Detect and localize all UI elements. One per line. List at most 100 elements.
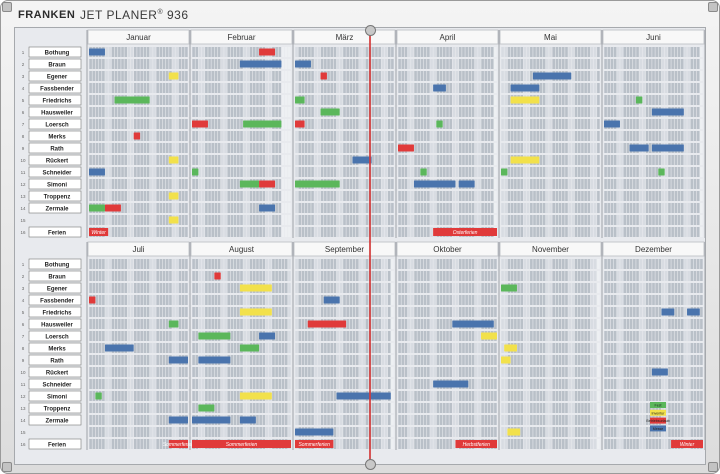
- day-cell: [127, 379, 131, 389]
- day-cell: [333, 95, 337, 105]
- day-cell: [501, 179, 504, 189]
- day-cell: [95, 343, 99, 353]
- day-cell: [384, 71, 388, 81]
- day-cell: [490, 343, 494, 353]
- day-cell: [233, 319, 237, 329]
- day-cell: [346, 295, 349, 305]
- day-cell: [617, 319, 620, 329]
- day-cell: [581, 259, 584, 269]
- day-cell: [661, 283, 665, 293]
- day-cell: [398, 355, 401, 365]
- day-cell: [320, 143, 324, 153]
- day-cell: [593, 83, 597, 93]
- day-cell: [504, 271, 508, 281]
- day-cell: [111, 107, 115, 117]
- day-cell: [465, 83, 468, 93]
- day-cell: [411, 367, 414, 377]
- day-cell: [89, 271, 92, 281]
- day-cell: [414, 367, 417, 377]
- day-cell: [604, 107, 607, 117]
- day-cell: [649, 155, 652, 165]
- day-cell: [474, 215, 478, 225]
- day-cell: [159, 59, 163, 69]
- day-cell: [642, 259, 646, 269]
- day-cell: [362, 119, 365, 129]
- day-cell: [205, 179, 208, 189]
- day-cell: [668, 215, 671, 225]
- day-cell: [336, 143, 340, 153]
- day-cell: [143, 179, 147, 189]
- day-cell: [414, 59, 417, 69]
- day-cell: [227, 167, 231, 177]
- day-cell: [240, 71, 243, 81]
- day-cell: [134, 319, 137, 329]
- day-cell: [162, 367, 166, 377]
- day-cell: [256, 107, 259, 117]
- day-cell: [320, 295, 324, 305]
- day-cell: [301, 295, 305, 305]
- day-cell: [593, 343, 597, 353]
- day-cell: [571, 143, 575, 153]
- day-cell: [330, 119, 334, 129]
- day-cell: [320, 95, 324, 105]
- row-number: 14: [20, 206, 26, 211]
- day-cell: [249, 191, 253, 201]
- day-cell: [671, 283, 674, 293]
- day-cell: [607, 203, 611, 213]
- day-cell: [436, 155, 440, 165]
- day-cell: [597, 107, 600, 117]
- day-cell: [108, 259, 112, 269]
- day-cell: [478, 343, 481, 353]
- day-cell: [478, 155, 481, 165]
- day-cell: [336, 71, 340, 81]
- day-cell: [268, 155, 272, 165]
- day-cell: [221, 307, 224, 317]
- day-cell: [140, 131, 143, 141]
- day-cell: [221, 131, 224, 141]
- day-cell: [281, 319, 285, 329]
- day-cell: [185, 95, 188, 105]
- day-cell: [478, 283, 481, 293]
- day-cell: [162, 191, 166, 201]
- day-cell: [252, 367, 256, 377]
- day-cell: [649, 119, 652, 129]
- day-cell: [478, 59, 481, 69]
- day-cell: [178, 95, 182, 105]
- day-cell: [514, 59, 517, 69]
- day-cell: [664, 295, 668, 305]
- day-cell: [227, 143, 231, 153]
- day-cell: [501, 271, 504, 281]
- day-cell: [102, 59, 105, 69]
- day-cell: [401, 283, 405, 293]
- day-cell: [552, 167, 555, 177]
- day-cell: [443, 355, 446, 365]
- day-cell: [317, 191, 321, 201]
- day-cell: [127, 203, 131, 213]
- day-cell: [249, 271, 253, 281]
- day-cell: [471, 167, 475, 177]
- day-cell: [411, 119, 414, 129]
- day-cell: [249, 83, 253, 93]
- day-cell: [314, 59, 318, 69]
- day-cell: [311, 227, 314, 237]
- day-cell: [565, 283, 568, 293]
- day-cell: [336, 271, 340, 281]
- day-cell: [146, 71, 150, 81]
- day-cell: [224, 319, 227, 329]
- day-cell: [565, 343, 568, 353]
- day-cell: [620, 155, 623, 165]
- day-cell: [577, 283, 581, 293]
- day-cell: [89, 119, 92, 129]
- day-cell: [568, 355, 571, 365]
- day-cell: [574, 367, 578, 377]
- day-cell: [590, 319, 594, 329]
- day-cell: [108, 83, 112, 93]
- day-cell: [490, 259, 494, 269]
- day-cell: [178, 215, 182, 225]
- day-cell: [320, 167, 324, 177]
- day-cell: [137, 191, 140, 201]
- day-cell: [398, 95, 401, 105]
- day-cell: [446, 295, 449, 305]
- day-cell: [484, 59, 488, 69]
- day-cell: [221, 155, 224, 165]
